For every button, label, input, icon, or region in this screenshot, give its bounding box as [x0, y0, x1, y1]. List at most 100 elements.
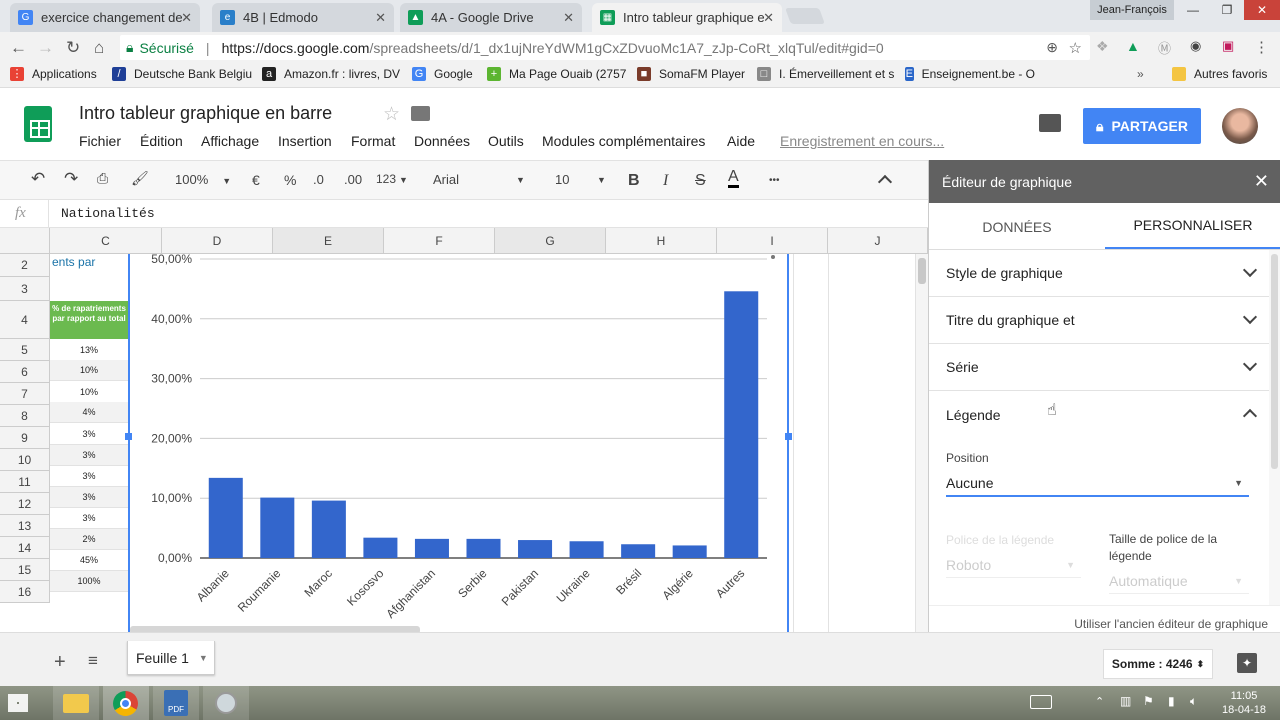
vertical-scrollbar[interactable]	[915, 254, 928, 632]
table-cell[interactable]: 3%	[50, 487, 128, 508]
column-header[interactable]: C	[50, 228, 162, 254]
more-tools-button[interactable]: •••	[769, 175, 780, 186]
row-header[interactable]: 4	[0, 301, 50, 339]
bookmark-item[interactable]: / Deutsche Bank Belgiu	[112, 67, 252, 81]
table-cell[interactable]: 3%	[50, 466, 128, 487]
table-cell[interactable]: 4%	[50, 402, 128, 423]
tab-data[interactable]: DONNÉES	[929, 203, 1105, 250]
cell-c2[interactable]: ents par	[50, 255, 128, 275]
dropbox-icon[interactable]: ❖	[1096, 38, 1109, 55]
close-tab-icon[interactable]: ✕	[563, 10, 574, 26]
table-cell[interactable]: 2%	[50, 529, 128, 550]
row-header[interactable]: 5	[0, 339, 50, 361]
legend-position-select[interactable]: Aucune ▼	[946, 470, 1249, 497]
undo-icon[interactable]: ↶	[31, 169, 45, 189]
column-header[interactable]: H	[606, 228, 717, 254]
row-header[interactable]: 13	[0, 515, 50, 537]
decrease-decimals-button[interactable]: .0	[313, 172, 324, 187]
old-editor-link[interactable]: Utiliser l'ancien éditeur de graphique	[1074, 617, 1268, 631]
taskbar-explorer[interactable]	[53, 686, 99, 720]
new-tab-button[interactable]	[785, 8, 825, 24]
legend-size-select[interactable]: Automatique ▼	[1109, 568, 1249, 594]
table-cell[interactable]: 100%	[50, 571, 128, 592]
table-cell[interactable]: 10%	[50, 360, 128, 381]
section-series[interactable]: Série	[929, 344, 1269, 391]
url-bar[interactable]: 🔒︎ Sécurisé | https://docs.google.com /s…	[120, 35, 1090, 60]
zoom-select[interactable]: 100% ▼	[175, 172, 231, 187]
table-cell[interactable]: 45%	[50, 550, 128, 571]
reload-icon[interactable]: ↻	[66, 38, 80, 58]
column-header[interactable]: I	[717, 228, 828, 254]
row-header[interactable]: 15	[0, 559, 50, 581]
row-header[interactable]: 7	[0, 383, 50, 405]
restore-icon[interactable]: ❐	[1210, 0, 1244, 20]
text-color-button[interactable]: A	[728, 169, 739, 188]
strikethrough-button[interactable]: S	[695, 172, 706, 190]
formula-input[interactable]: Nationalités	[61, 206, 155, 221]
chrome-menu-icon[interactable]: ⋮	[1254, 38, 1269, 56]
scroll-thumb[interactable]	[918, 258, 926, 284]
table-cell[interactable]: 10%	[50, 382, 128, 403]
table-cell[interactable]: 3%	[50, 508, 128, 529]
row-header[interactable]: 6	[0, 361, 50, 383]
row-header[interactable]: 8	[0, 405, 50, 427]
font-select[interactable]: Arial ▼	[433, 172, 525, 187]
add-sheet-icon[interactable]: +	[54, 651, 66, 674]
menu-item[interactable]: Affichage	[201, 133, 259, 149]
column-header[interactable]: G	[495, 228, 606, 254]
menu-item[interactable]: Format	[351, 133, 395, 149]
table-cell[interactable]: 3%	[50, 445, 128, 466]
avatar[interactable]	[1222, 108, 1258, 144]
bookmark-item[interactable]: □ I. Émerveillement et s	[757, 67, 894, 81]
share-button[interactable]: 🔒︎ PARTAGER	[1083, 108, 1201, 144]
row-header[interactable]: 11	[0, 471, 50, 493]
panel-scrollbar[interactable]	[1269, 250, 1280, 605]
italic-button[interactable]: I	[663, 172, 668, 190]
bookmark-item[interactable]: ■ SomaFM Player	[637, 67, 745, 81]
currency-button[interactable]: €	[252, 172, 260, 188]
scroll-thumb[interactable]	[1271, 254, 1278, 469]
close-window-icon[interactable]: ✕	[1244, 0, 1280, 20]
taskbar-pdf[interactable]: PDF	[153, 686, 199, 720]
comments-icon[interactable]	[1039, 114, 1061, 132]
spreadsheet-grid[interactable]: CDEFGHIJ 2 3 4 5 6 7 8 9 10 11 12 13 14 15 16 13% 10% 10…	[0, 228, 928, 632]
bookmark-item[interactable]: + Ma Page Ouaib (2757	[487, 67, 626, 81]
row-header[interactable]: 2	[0, 254, 50, 277]
browser-tab[interactable]: e 4B | Edmodo ✕	[212, 3, 394, 32]
tab-customize[interactable]: PERSONNALISER	[1105, 203, 1280, 250]
row-header[interactable]: 9	[0, 427, 50, 449]
cell-c4-header[interactable]: % de rapatriements par rapport au total	[50, 301, 128, 339]
row-header[interactable]: 10	[0, 449, 50, 471]
menu-item[interactable]: Aide	[727, 133, 755, 149]
bookmark-item[interactable]: E Enseignement.be - O	[905, 67, 1035, 81]
taskbar-snipping[interactable]	[203, 686, 249, 720]
all-sheets-icon[interactable]: ≡	[88, 651, 98, 671]
extension-bulb-icon[interactable]: ◉	[1190, 38, 1201, 54]
print-icon[interactable]: ⎙	[97, 170, 108, 187]
minimize-icon[interactable]: —	[1176, 0, 1210, 20]
resize-handle[interactable]	[125, 433, 132, 440]
star-icon[interactable]: ☆	[1069, 39, 1082, 57]
document-title[interactable]: Intro tableur graphique en barre	[79, 103, 332, 124]
bookmark-item[interactable]: a Amazon.fr : livres, DV	[262, 67, 400, 81]
font-size-select[interactable]: 10 ▼	[555, 172, 606, 187]
row-header[interactable]: 16	[0, 581, 50, 603]
close-tab-icon[interactable]: ✕	[763, 10, 774, 26]
sum-indicator[interactable]: Somme : 4246 ⬍	[1103, 649, 1213, 679]
other-bookmarks[interactable]: Autres favoris	[1172, 67, 1267, 81]
tray-chevron-icon[interactable]: ⌃	[1095, 695, 1104, 708]
paint-format-icon[interactable]: 🖌︎	[131, 170, 149, 187]
table-cell[interactable]: 13%	[50, 340, 128, 361]
section-chart-title[interactable]: Titre du graphique et	[929, 297, 1269, 344]
column-header[interactable]: J	[828, 228, 928, 254]
column-header[interactable]: F	[384, 228, 495, 254]
taskbar-chrome[interactable]	[103, 686, 149, 720]
menu-item[interactable]: Données	[414, 133, 470, 149]
section-chart-style[interactable]: Style de graphique	[929, 250, 1269, 297]
menu-item[interactable]: Insertion	[278, 133, 332, 149]
browser-tab[interactable]: ▲ 4A - Google Drive ✕	[400, 3, 582, 32]
sheets-logo-icon[interactable]	[24, 106, 52, 142]
star-icon[interactable]: ☆	[383, 103, 400, 126]
extension-pocket-icon[interactable]: ▣	[1222, 38, 1234, 54]
volume-icon[interactable]: 🔈︎	[1190, 694, 1197, 709]
